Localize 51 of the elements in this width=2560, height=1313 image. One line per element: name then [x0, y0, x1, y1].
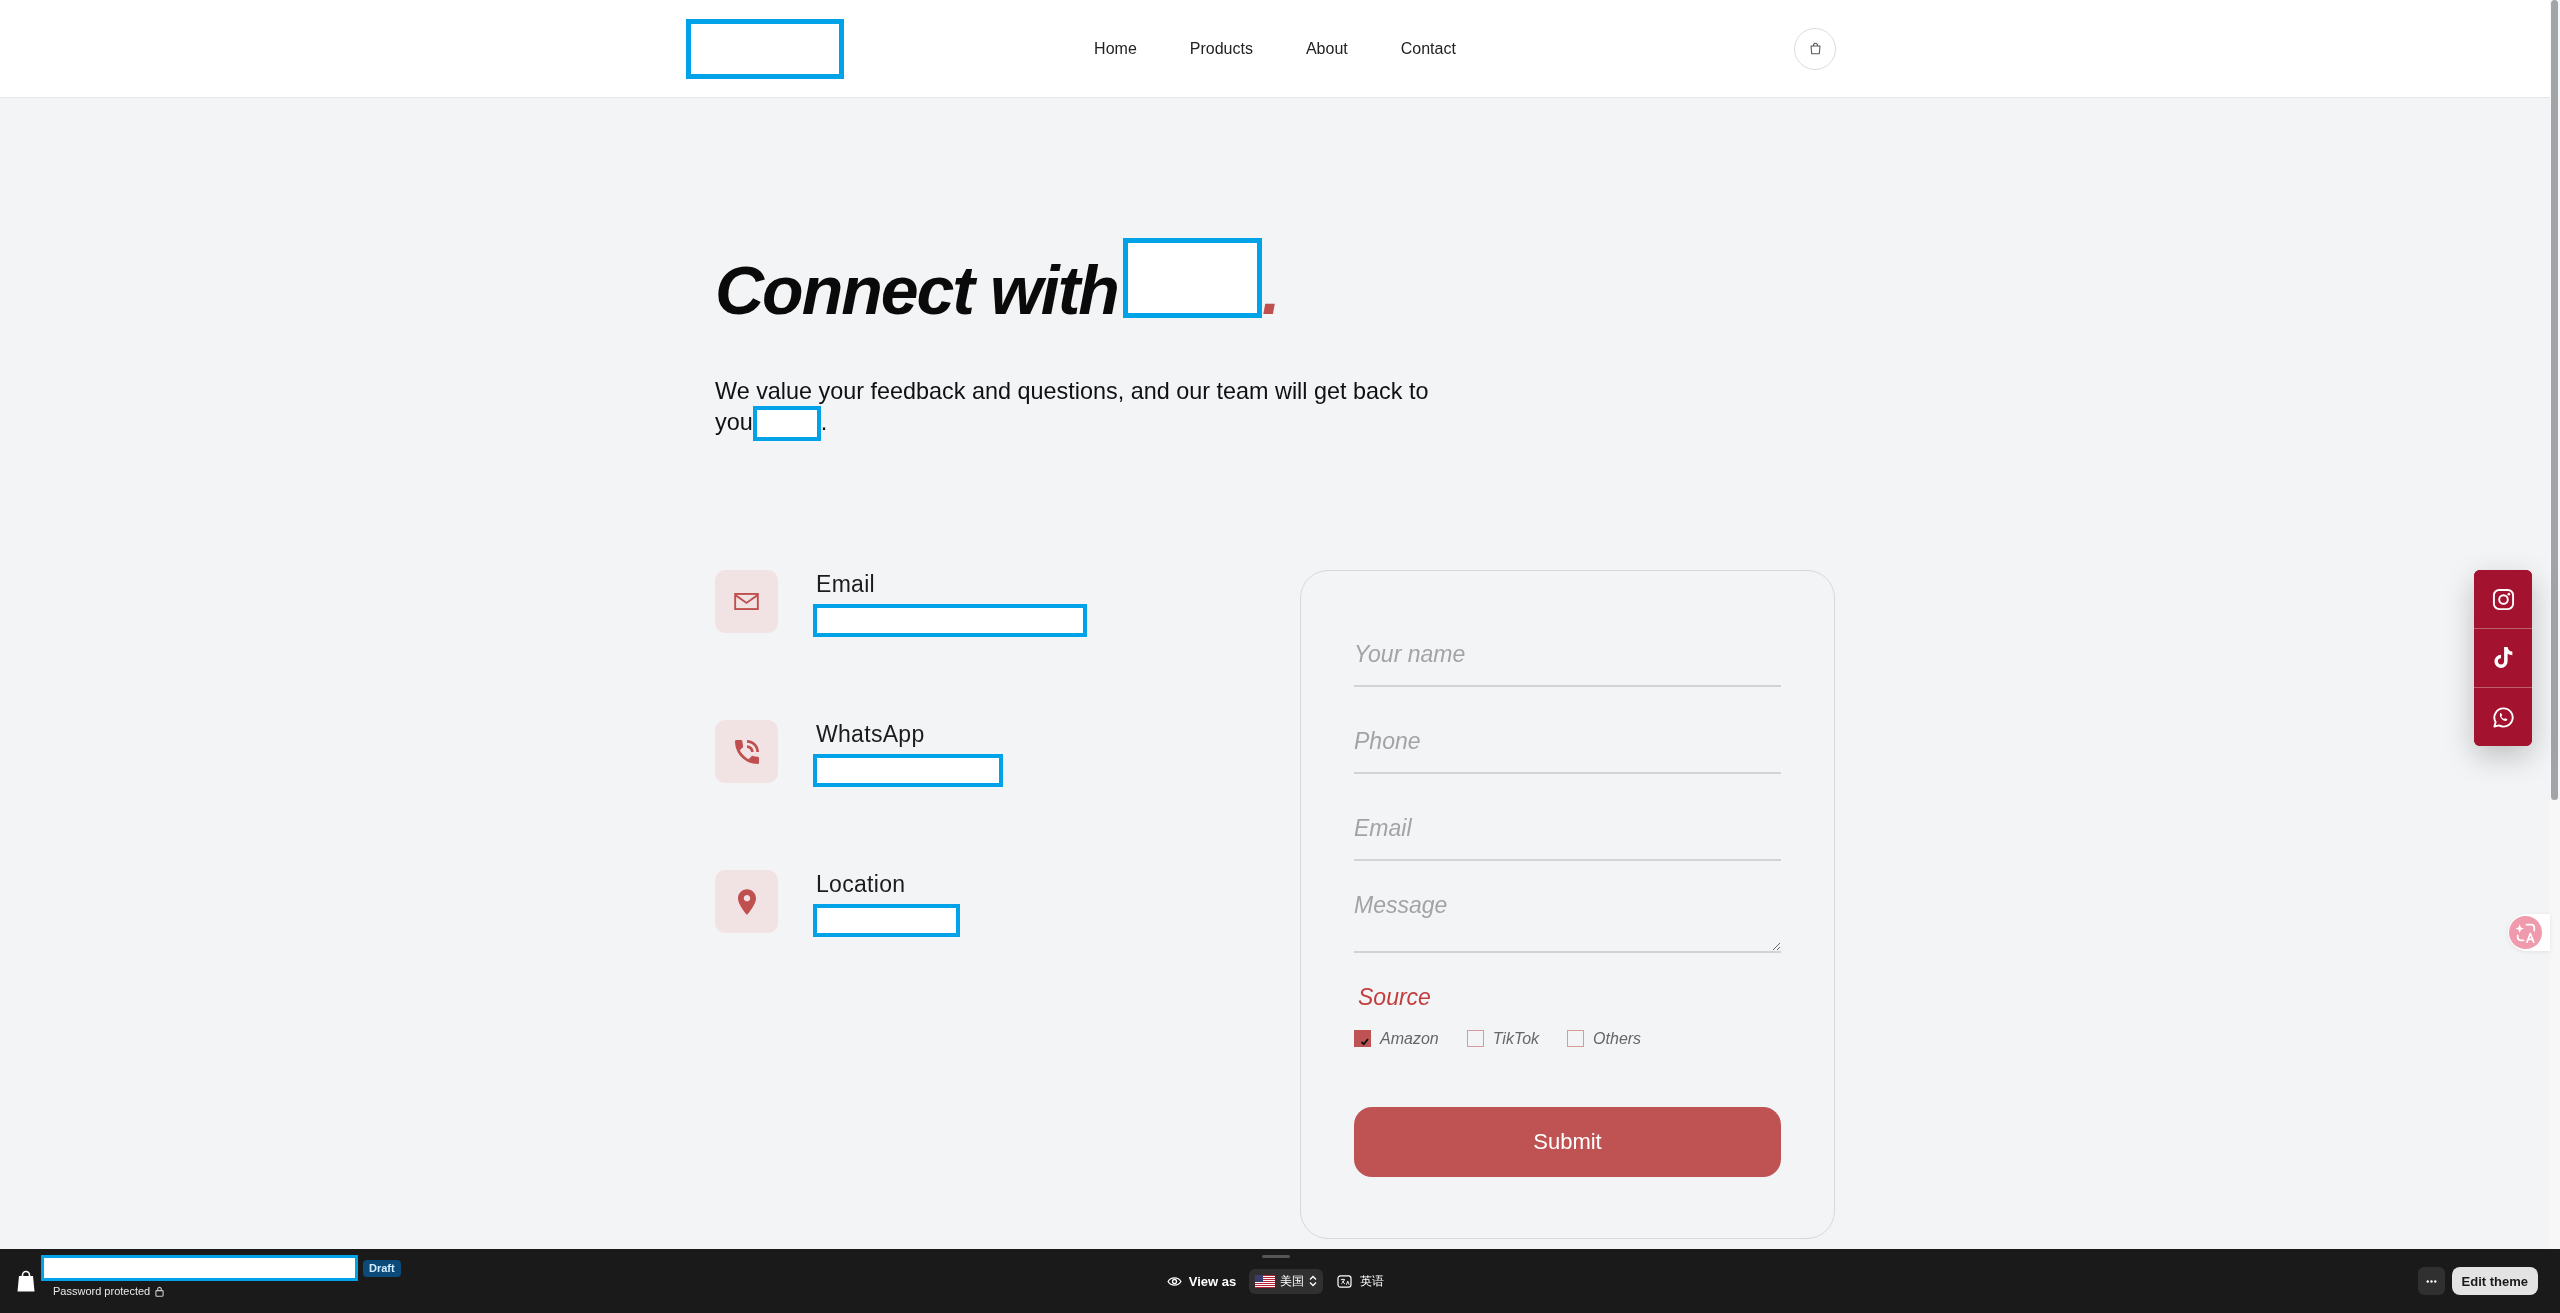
bag-icon: [1808, 42, 1822, 55]
eye-icon: [1166, 1275, 1182, 1287]
checkbox[interactable]: [1354, 1030, 1371, 1047]
location-pin-icon: [715, 870, 778, 933]
translate-button[interactable]: [2508, 914, 2550, 951]
up-down-caret-icon: [1309, 1275, 1318, 1287]
tiktok-button[interactable]: [2474, 628, 2532, 687]
option-label: Amazon: [1380, 1030, 1439, 1047]
flag-icon: [1255, 1274, 1276, 1288]
edit-theme-button[interactable]: Edit theme: [2451, 1267, 2538, 1295]
nav-link[interactable]: About: [1305, 39, 1348, 58]
view-as-label: View as: [1188, 1273, 1237, 1289]
page-heading: Connect with: [715, 256, 1118, 324]
checkbox[interactable]: [1567, 1030, 1585, 1047]
envelope-icon: [715, 570, 778, 633]
contact-label: Location: [816, 870, 906, 898]
password-note: Password protected: [53, 1285, 151, 1297]
message-field[interactable]: Message: [1354, 892, 1781, 953]
nav-link[interactable]: Home: [1094, 39, 1137, 58]
nav-link[interactable]: Products: [1189, 39, 1253, 58]
source-label: Source: [1357, 983, 1432, 1011]
translate-icon: [1337, 1274, 1353, 1288]
language-selector[interactable]: 英语: [1333, 1268, 1389, 1294]
country-selector[interactable]: 美国: [1249, 1268, 1324, 1294]
contact-label: WhatsApp: [816, 720, 925, 748]
more-button[interactable]: [2417, 1267, 2445, 1295]
checkbox[interactable]: [1466, 1030, 1484, 1047]
cart-button[interactable]: [1794, 27, 1836, 70]
intro-text: We value your feedback and questions, and our team will get back to you .: [715, 376, 1445, 438]
drag-handle[interactable]: [1262, 1255, 1290, 1258]
whatsapp-icon: [2491, 705, 2515, 729]
translate-icon: [2509, 916, 2542, 949]
option-label: Others: [1593, 1030, 1642, 1047]
input-field[interactable]: Your name: [1354, 631, 1781, 687]
submit-button[interactable]: Submit: [1354, 1107, 1781, 1177]
scrollbar[interactable]: [2551, 0, 2558, 800]
instagram-icon: [2491, 587, 2515, 611]
whatsapp-button[interactable]: [2474, 687, 2532, 746]
more-icon: [2424, 1279, 2438, 1283]
contact-label: Email: [816, 570, 875, 598]
tiktok-icon: [2493, 647, 2513, 669]
bag-logo-icon: [17, 1270, 35, 1292]
accent-period: .: [1261, 256, 1281, 324]
instagram-button[interactable]: [2474, 570, 2532, 628]
phone-icon: [715, 720, 778, 783]
input-field[interactable]: Email: [1354, 805, 1781, 861]
input-field[interactable]: Phone: [1354, 718, 1781, 774]
nav-link[interactable]: Contact: [1400, 39, 1456, 58]
option-label: TikTok: [1492, 1030, 1540, 1047]
lock-icon: [155, 1285, 165, 1297]
status-badge: Draft: [363, 1259, 401, 1277]
